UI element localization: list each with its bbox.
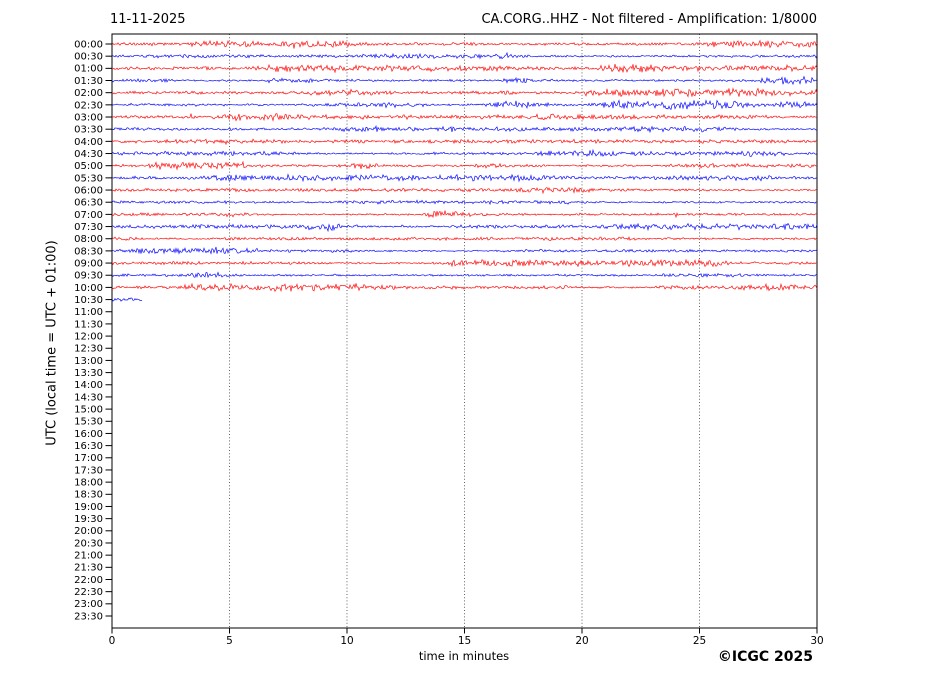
helicorder-plot: 0 5 10 15 20 25 30 00:00 00:3001:0001:3002:0002:… — [74, 33, 824, 647]
y-tick-label: 17:30 — [74, 465, 103, 476]
y-tick-label: 22:00 — [74, 575, 103, 586]
trace-row-0130 — [111, 75, 818, 86]
y-tick-label: 05:30 — [74, 173, 103, 184]
y-tick-label: 01:00 — [74, 64, 103, 75]
y-tick-label: 01:30 — [74, 76, 103, 87]
y-tick-label: 02:30 — [74, 100, 103, 111]
y-tick-label: 23:00 — [74, 599, 103, 610]
y-tick-label: 19:00 — [74, 502, 103, 513]
y-tick-label: 20:30 — [74, 538, 103, 549]
y-tick-label: 03:30 — [74, 125, 103, 136]
y-tick-label: 19:30 — [74, 514, 103, 525]
y-tick-label: 08:00 — [74, 234, 103, 245]
y-tick-label: 12:00 — [74, 331, 103, 342]
y-tick-label: 14:00 — [74, 380, 103, 391]
helicorder-page: 11-11-2025 CA.CORG..HHZ - Not filtered -… — [0, 0, 927, 696]
x-tick-label: 10 — [340, 635, 353, 647]
plot-frame — [111, 33, 818, 629]
y-tick-label: 09:00 — [74, 258, 103, 269]
y-tick-label: 05:00 — [74, 161, 103, 172]
x-tick-label: 5 — [226, 635, 233, 647]
y-tick-label: 11:00 — [74, 307, 103, 318]
y-tick-label: 13:30 — [74, 368, 103, 379]
y-tick-label: 15:30 — [74, 417, 103, 428]
y-tick-label: 14:30 — [74, 392, 103, 403]
y-tick-label: 15:00 — [74, 405, 103, 416]
trace-row-0930 — [111, 271, 818, 279]
trace-row-0900 — [111, 258, 818, 268]
y-tick-label: 10:00 — [74, 283, 103, 294]
y-tick-label: 10:30 — [74, 295, 103, 306]
y-tick-label: 13:00 — [74, 356, 103, 367]
y-tick-label: 23:30 — [74, 611, 103, 622]
y-tick-label: 04:30 — [74, 149, 103, 160]
y-tick-label: 08:30 — [74, 246, 103, 257]
y-tick-label: 02:00 — [74, 88, 103, 99]
x-tick-label: 15 — [458, 635, 471, 647]
y-tick-label: 12:30 — [74, 344, 103, 355]
y-tick-label: 00:30 — [74, 52, 103, 63]
y-tick-label: 06:00 — [74, 185, 103, 196]
trace-row-0800 — [111, 236, 818, 242]
y-tick-label: 11:30 — [74, 319, 103, 330]
trace-row-0100 — [111, 63, 818, 74]
y-tick-label: 09:30 — [74, 271, 103, 282]
y-tick-label: 22:30 — [74, 587, 103, 598]
y-tick-label: 00:00 — [74, 39, 103, 50]
y-tick-label: 07:00 — [74, 210, 103, 221]
y-tick-label: 21:00 — [74, 551, 103, 562]
x-axis-label: time in minutes — [418, 649, 510, 663]
y-tick-label: 18:00 — [74, 478, 103, 489]
trace-row-0500 — [111, 160, 818, 171]
x-tick-label: 25 — [693, 635, 706, 647]
y-tick-label: 16:30 — [74, 441, 103, 452]
y-tick-label: 07:30 — [74, 222, 103, 233]
x-tick-label: 0 — [109, 635, 116, 647]
trace-row-1030 — [111, 297, 143, 302]
y-tick-label: 20:00 — [74, 526, 103, 537]
y-tick-label: 18:30 — [74, 490, 103, 501]
y-tick-label: 16:00 — [74, 429, 103, 440]
y-tick-label: 21:30 — [74, 563, 103, 574]
trace-row-0830 — [111, 246, 818, 255]
copyright-text: ©ICGC 2025 — [717, 649, 813, 665]
y-tick-label: 06:30 — [74, 198, 103, 209]
y-tick-label: 03:00 — [74, 112, 103, 123]
x-tick-label: 20 — [575, 635, 588, 647]
y-tick-label: 04:00 — [74, 137, 103, 148]
y-tick-label: 17:00 — [74, 453, 103, 464]
x-tick-label: 30 — [810, 635, 823, 647]
